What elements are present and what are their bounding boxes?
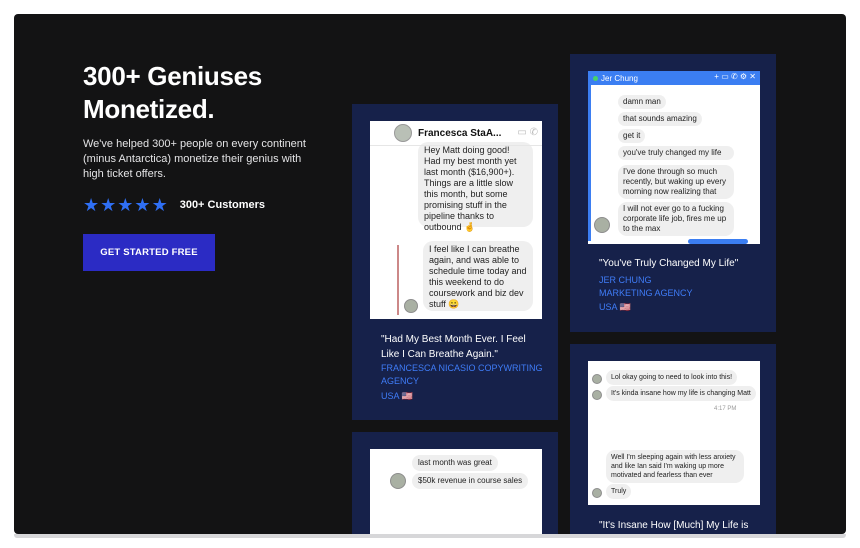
testimonial-author: FRANCESCA NICASIO COPYWRITING: [381, 363, 543, 373]
star-icon: ★: [100, 195, 117, 215]
get-started-button[interactable]: GET STARTED FREE: [83, 234, 215, 271]
chat-message: Well I'm sleeping again with less anxiet…: [606, 450, 744, 483]
chat-screenshot: Jer Chung + ▭ ✆ ⚙ ✕ damn man that sounds…: [588, 71, 760, 244]
testimonial-author-line2: MARKETING AGENCY: [599, 288, 693, 298]
message-timestamp: 4:17 PM: [714, 406, 737, 412]
chat-message: It's kinda insane how my life is changin…: [606, 386, 756, 401]
chat-message: damn man: [618, 95, 666, 109]
chat-contact-name: Jer Chung: [601, 73, 638, 83]
chat-message: that sounds amazing: [618, 112, 702, 126]
avatar: [404, 299, 418, 313]
frame-shadow: [14, 534, 846, 538]
avatar: [592, 488, 602, 498]
avatar: [592, 390, 602, 400]
chat-message: $50k revenue in course sales: [412, 473, 529, 489]
chat-message: I feel like I can breathe again, and was…: [423, 241, 533, 311]
avatar: [594, 217, 610, 233]
testimonial-quote: "You've Truly Changed My Life": [599, 258, 739, 269]
chat-screenshot: Hey Matt doing good! Had my best month y…: [370, 121, 542, 319]
chat-message: you've truly changed my life: [618, 146, 734, 160]
chat-screenshot: Lol okay going to need to look into this…: [588, 361, 760, 505]
chat-header: Jer Chung + ▭ ✆ ⚙ ✕: [588, 71, 760, 85]
testimonial-location: USA 🇺🇸: [381, 391, 413, 401]
chat-actions-icon: + ▭ ✆ ⚙ ✕: [714, 72, 756, 81]
star-icon: ★: [117, 195, 134, 215]
divider: [397, 245, 399, 315]
rating: ★ ★ ★ ★ ★ 300+ Customers: [83, 196, 265, 214]
testimonial-card: Jer Chung + ▭ ✆ ⚙ ✕ damn man that sounds…: [570, 54, 776, 332]
chat-message: I've done through so much recently, but …: [618, 165, 734, 199]
video-call-icon: ▭ ✆: [517, 127, 538, 138]
star-rating: ★ ★ ★ ★ ★: [83, 196, 168, 214]
hero-description: We've helped 300+ people on every contin…: [83, 138, 306, 180]
testimonial-location: USA 🇺🇸: [599, 302, 631, 312]
star-icon: ★: [83, 195, 100, 215]
star-icon: ★: [151, 195, 168, 215]
chat-message: last month was great: [412, 455, 498, 471]
chat-message: I will not ever go to a fucking corporat…: [618, 202, 734, 236]
testimonial-card: Hey Matt doing good! Had my best month y…: [352, 104, 558, 420]
chat-message: get it: [618, 129, 646, 143]
testimonial-card: Lol okay going to need to look into this…: [570, 344, 776, 534]
testimonial-quote: "It's Insane How [Much] My Life is: [599, 520, 749, 531]
avatar: [592, 374, 602, 384]
chat-message: Truly: [606, 484, 632, 499]
chat-header: Francesca StaA... ▭ ✆: [370, 121, 542, 146]
testimonial-quote: "Had My Best Month Ever. I Feel Like I C…: [381, 334, 526, 360]
chat-contact-name: Francesca StaA...: [418, 127, 502, 139]
avatar: [390, 473, 406, 489]
chat-message: Lol okay going to need to look into this…: [606, 370, 738, 385]
testimonial-author-line2: AGENCY: [381, 376, 420, 386]
chat-screenshot: last month was great $50k revenue in cou…: [370, 449, 542, 534]
testimonials-section: 300+ Geniuses Monetized. We've helped 30…: [14, 14, 846, 534]
testimonial-card: last month was great $50k revenue in cou…: [352, 432, 558, 534]
message-input: [688, 239, 748, 244]
avatar: [394, 124, 412, 142]
testimonial-author: JER CHUNG: [599, 275, 652, 285]
sidebar-strip: [588, 85, 591, 241]
star-icon: ★: [134, 195, 151, 215]
hero-title: 300+ Geniuses Monetized.: [83, 61, 262, 124]
chat-message: Hey Matt doing good! Had my best month y…: [418, 142, 533, 232]
rating-label: 300+ Customers: [179, 199, 265, 211]
online-status-icon: [593, 75, 598, 81]
